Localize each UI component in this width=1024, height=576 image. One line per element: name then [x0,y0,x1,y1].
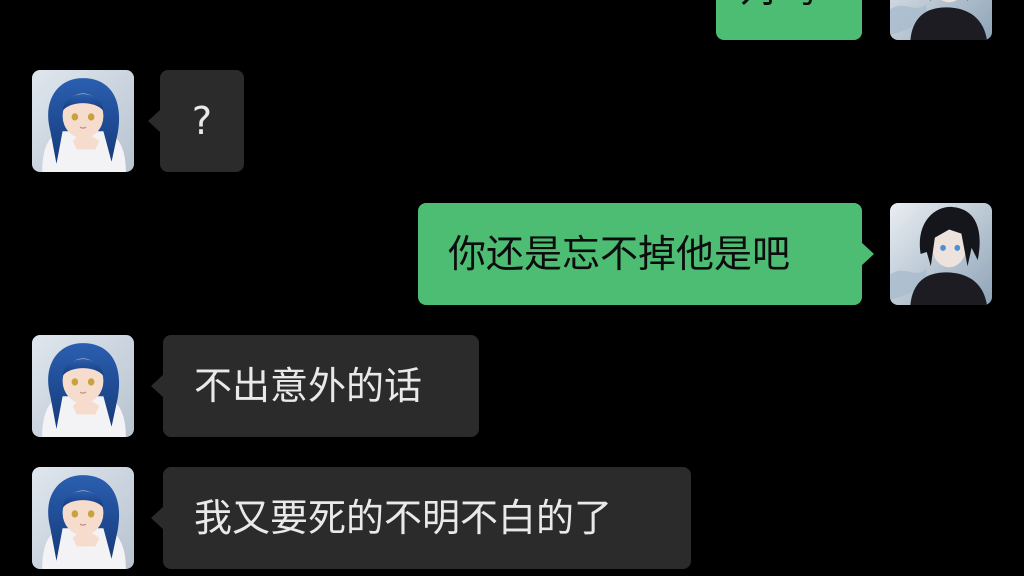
message-bubble-incoming[interactable]: ? [148,70,244,172]
contact-avatar[interactable] [32,467,134,569]
message-text: ? [191,99,213,143]
my-avatar[interactable] [890,203,992,305]
chat-thread[interactable]: 对吗 ? 你还是忘不掉他是吧 不出意外的话 我又要死的不明不白的了 [0,0,1024,576]
message-bubble-outgoing[interactable]: 你还是忘不掉他是吧 [418,203,874,305]
message-text: 我又要死的不明不白的了 [194,496,613,540]
blue-haired-girl-avatar-icon [32,70,134,172]
contact-avatar[interactable] [32,335,134,437]
message-text: 不出意外的话 [194,364,423,408]
my-avatar[interactable] [890,0,992,40]
message-bubble-incoming[interactable]: 不出意外的话 [151,335,479,437]
message-text: 你还是忘不掉他是吧 [448,232,791,276]
contact-avatar[interactable] [32,70,134,172]
blue-haired-girl-avatar-icon [32,335,134,437]
message-bubble-outgoing[interactable]: 对吗 [716,0,862,40]
message-bubble-incoming[interactable]: 我又要死的不明不白的了 [151,467,691,569]
dark-haired-boy-avatar-icon [890,0,992,40]
blue-haired-girl-avatar-icon [32,467,134,569]
message-text: 对吗 [740,0,816,8]
dark-haired-boy-avatar-icon [890,203,992,305]
